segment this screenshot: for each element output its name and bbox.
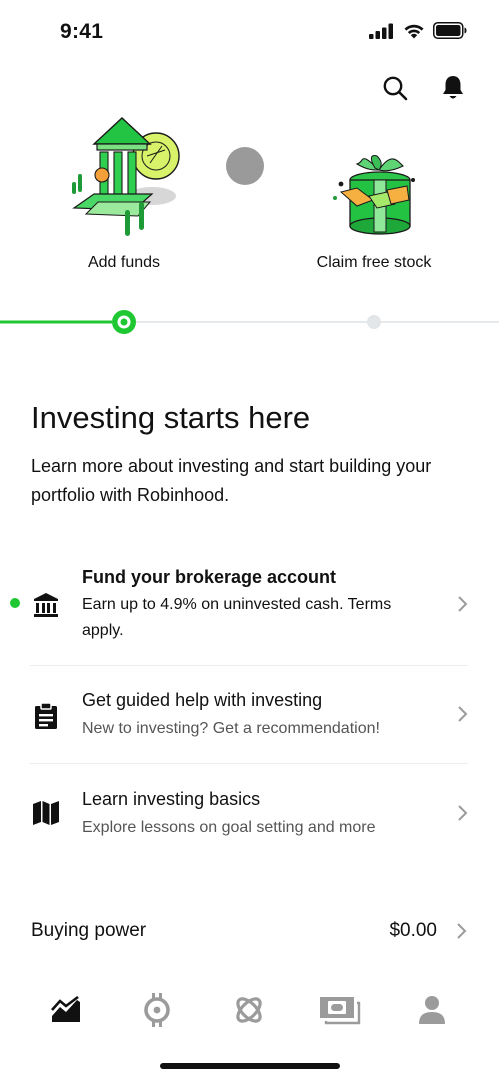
bank-icon [30, 589, 62, 621]
chevron-right-icon [458, 596, 468, 612]
tab-crypto[interactable] [132, 985, 182, 1035]
cellular-signal-icon [369, 23, 393, 39]
tab-network[interactable] [224, 985, 274, 1035]
buying-power-value: $0.00 [389, 920, 437, 941]
divider [30, 763, 468, 764]
onboarding-progress-track [0, 310, 499, 334]
task-description: New to investing? Get a recommendation! [82, 720, 380, 737]
gift-box-illustration [333, 155, 415, 235]
task-title: Fund your brokerage account [82, 567, 337, 587]
search-button[interactable] [379, 72, 411, 104]
task-title: Get guided help with investing [82, 690, 323, 710]
tab-account[interactable] [407, 985, 457, 1035]
cash-icon [320, 997, 361, 1025]
chevron-right-icon [458, 805, 468, 821]
chevron-right-icon [458, 706, 468, 722]
search-icon [383, 76, 408, 101]
carousel-label-add-funds: Add funds [87, 254, 161, 271]
network-icon [236, 997, 262, 1023]
chevron-right-icon [457, 923, 467, 939]
status-bar: 9:41 [0, 0, 499, 64]
task-guided-help[interactable]: Get guided help with investing New to in… [30, 688, 468, 748]
crypto-icon [144, 993, 170, 1027]
page-title: Investing starts here [31, 400, 311, 435]
bell-icon [443, 76, 463, 99]
progress-step-current [112, 310, 136, 334]
task-description: Earn up to 4.9% on uninvested cash. Term… [82, 596, 392, 639]
map-icon [30, 797, 62, 829]
buying-power-label: Buying power [31, 920, 147, 941]
chart-icon [51, 996, 80, 1022]
carousel-step-claim-free-stock[interactable]: Claim free stock [304, 110, 444, 280]
home-indicator [160, 1063, 340, 1069]
bank-building-illustration [72, 117, 180, 236]
clipboard-icon [30, 700, 62, 732]
task-description: Explore lessons on goal setting and more [82, 819, 376, 836]
task-fund-brokerage-account[interactable]: Fund your brokerage account Earn up to 4… [30, 565, 468, 650]
tab-cash[interactable] [315, 985, 365, 1035]
carousel-label-claim-free-stock: Claim free stock [316, 254, 432, 271]
battery-icon [433, 22, 467, 39]
header-actions [379, 72, 469, 104]
buying-power-row[interactable]: Buying power $0.00 [0, 912, 499, 952]
progress-step-upcoming [367, 315, 381, 329]
task-title: Learn investing basics [82, 789, 261, 809]
active-task-indicator [10, 598, 20, 608]
carousel-placeholder-circle [226, 147, 264, 185]
status-icons [369, 22, 467, 39]
wifi-icon [404, 24, 424, 38]
bottom-tab-bar [0, 985, 499, 1035]
page-description: Learn more about investing and start bui… [31, 456, 432, 505]
divider [30, 665, 468, 666]
carousel-step-add-funds[interactable]: Add funds [64, 110, 184, 280]
task-learn-basics[interactable]: Learn investing basics Explore lessons o… [30, 787, 468, 847]
notifications-button[interactable] [437, 72, 469, 104]
account-icon [419, 996, 445, 1024]
tab-investing[interactable] [41, 985, 91, 1035]
status-time: 9:41 [60, 20, 104, 43]
